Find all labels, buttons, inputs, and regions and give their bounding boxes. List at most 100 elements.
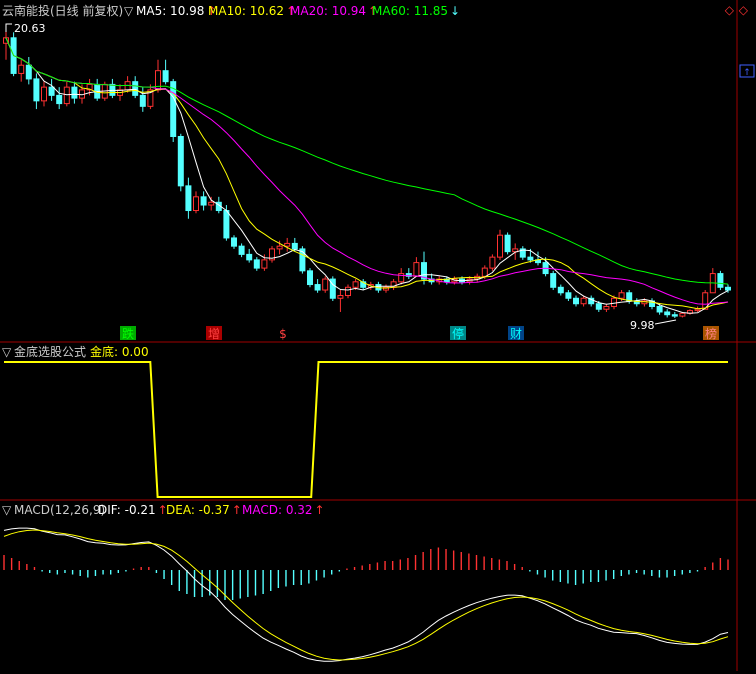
dea-line [3,529,729,661]
macd-toggle-icon[interactable]: ▽ [2,503,12,517]
candle-body [694,308,701,312]
candle-body [132,81,139,96]
candle [238,243,245,258]
candle [633,298,640,307]
candle-body [580,297,587,305]
candle [177,133,184,192]
candle-body [284,242,291,247]
candle-body [550,273,557,288]
candle [664,309,671,318]
candle [246,248,253,263]
candle [193,191,199,214]
candle-body [261,259,268,269]
event-marker[interactable]: 榜 [703,326,719,341]
candle [573,295,579,307]
candle [497,229,503,260]
candle-body [71,86,78,99]
candle [253,257,260,271]
candle-body [489,256,496,269]
chart-svg: 云南能投(日线 前复权) ▽ MA5: 10.98 ↑MA10: 10.62 ↑MA… [0,0,756,671]
candle [314,279,321,293]
candle [390,279,397,291]
candle [200,191,207,211]
candle-body [200,196,207,206]
candle-body [497,234,503,258]
candle-body [725,286,731,291]
candle [41,81,47,107]
candle [185,177,192,219]
candle [139,87,146,112]
candle [25,56,32,85]
candle-body [231,237,237,247]
macd-indicator-macd: MACD: 0.32 [242,503,313,517]
candle [56,87,63,110]
candle-body [481,267,488,277]
candle-body [56,94,63,105]
event-marker[interactable]: 增 [206,326,222,341]
macd-histogram [3,547,729,600]
candle [398,268,405,285]
event-marker[interactable]: 财 [508,326,524,341]
candle-body [33,78,40,102]
candle-body [603,305,610,310]
candle [322,276,329,293]
macd-title[interactable]: MACD(12,26,9) [14,503,105,517]
candle [71,81,78,104]
candle-body [322,278,329,291]
candle-body [611,297,617,307]
candle-body [276,245,283,250]
indicator-ma20: MA20: 10.94 [290,4,366,18]
low-price-label: 9.98 [630,319,655,332]
candle-body [717,273,724,288]
event-marker[interactable]: 跌 [120,326,136,341]
macd-panel-header: ▽ MACD(12,26,9) DIF: -0.21 ↑DEA: -0.37 ↑ MA… [2,503,325,517]
event-marker[interactable]: 停 [450,326,466,341]
candle [360,279,367,291]
candle-body [679,312,686,317]
candle [413,257,420,277]
candle [48,78,55,101]
candle [671,311,678,318]
candle-body [573,297,579,305]
candle-body [671,314,678,317]
candle [550,270,557,291]
macd-indicator-dif: DIF: -0.21 [98,503,156,517]
event-marker[interactable]: $ [279,327,287,341]
candle-body [565,292,572,299]
indicator-ma5: MA5: 10.98 [136,4,204,18]
formula-toggle-icon[interactable]: ▽ [2,345,12,359]
candle [709,268,716,294]
candle-body [139,94,146,107]
candle [588,295,595,307]
formula-line [4,361,728,498]
candle-body [208,201,215,206]
candle [489,254,496,271]
formula-title[interactable]: 金底选股公式 [14,344,86,359]
indicator-toggle-icon[interactable]: ▽ [124,4,134,18]
candle [109,78,116,99]
candle-body [246,253,253,261]
candle-body [504,234,511,253]
candle [18,59,25,82]
candle [94,78,101,101]
candle [717,270,724,291]
candle-body [177,135,184,187]
main-indicator-labels: MA5: 10.98 ↑MA10: 10.62 ↑MA20: 10.94 ↑MA60:… [136,4,460,18]
stock-title[interactable]: 云南能投(日线 前复权) [2,3,123,18]
candle [307,268,313,288]
candle [504,232,511,255]
diamond-icon-2[interactable]: ◇ [739,3,749,17]
high-price-label: 20.63 [14,22,46,35]
candle [519,246,526,260]
candle-body [337,295,344,299]
candle-body [238,245,245,255]
price-annotations: 20.63 9.98 [5,22,677,332]
candle-body [162,70,169,83]
event-marker-text: 停 [452,326,464,341]
indicator-ma60: MA60: 11.85 [372,4,448,18]
event-marker-text: 财 [510,327,522,341]
candle-body [253,259,260,269]
ma5-line [5,37,729,314]
diamond-icon[interactable]: ◇ [725,3,735,17]
candle-body [170,81,177,137]
